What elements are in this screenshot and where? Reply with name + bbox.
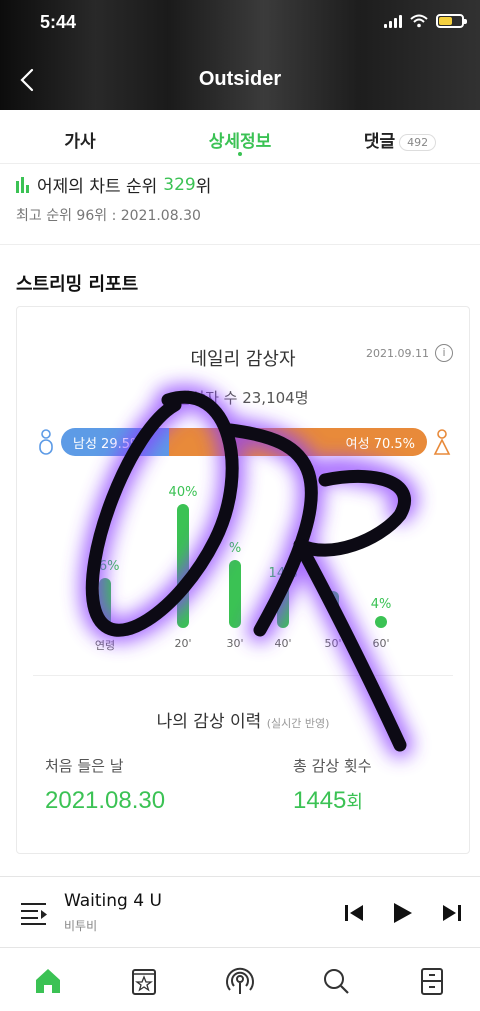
age-bar <box>327 591 339 613</box>
female-share: 여성 70.5% <box>168 428 427 456</box>
drawer-icon <box>421 967 443 995</box>
gender-bar: 남성 29.5% 여성 70.5% <box>61 428 427 456</box>
age-label: 연령 <box>94 639 116 652</box>
status-icons <box>384 14 467 28</box>
tab-label: 가사 <box>64 132 96 152</box>
song-title: Waiting 4 U <box>64 891 162 911</box>
total-plays-unit: 회 <box>346 792 363 812</box>
signal-icon <box>384 14 402 28</box>
age-percent: 16% <box>90 559 120 575</box>
tab-bar: 가사 상세정보 댓글 492 <box>0 110 480 164</box>
previous-icon[interactable] <box>342 901 366 925</box>
nav-search[interactable] <box>288 950 384 1011</box>
streaming-report-card: 데일리 감상자 2021.09.11 i 감상자 수 23,104명 남성 29… <box>16 306 470 854</box>
total-plays-number: 1445 <box>293 787 347 814</box>
history-title-text: 나의 감상 이력 <box>156 712 262 732</box>
home-icon <box>36 968 60 993</box>
chart-rank-value: 329 <box>163 174 196 195</box>
age-bar <box>177 504 189 628</box>
first-listen-label: 처음 들은 날 <box>45 757 124 775</box>
bottom-nav <box>0 950 480 1011</box>
age-label: 20' <box>174 637 192 650</box>
tab-details[interactable]: 상세정보 <box>160 110 320 163</box>
play-icon[interactable] <box>390 901 414 925</box>
age-column: 40% <box>153 485 213 628</box>
mini-player[interactable]: Waiting 4 U 비투비 <box>0 876 480 948</box>
age-percent: 40% <box>168 485 198 500</box>
gender-ratio: 남성 29.5% 여성 70.5% <box>37 425 451 459</box>
divider <box>0 244 480 245</box>
chart-rank: 어제의 차트 순위 329 위 <box>16 172 211 197</box>
tab-comments[interactable]: 댓글 492 <box>320 110 480 163</box>
tab-label: 상세정보 <box>208 132 272 152</box>
best-rank: 최고 순위 96위 : 2021.08.30 <box>16 208 201 224</box>
male-share: 남성 29.5% <box>61 428 169 456</box>
wifi-icon <box>410 14 428 28</box>
age-bar <box>375 615 387 628</box>
chart-rank-suffix: 위 <box>195 177 212 197</box>
history-title: 나의 감상 이력 (실시간 반영) <box>17 707 469 732</box>
header: 5:44 Outsider <box>0 0 480 110</box>
card-divider <box>33 675 453 676</box>
nav-podcast[interactable] <box>192 950 288 1011</box>
artist-name: 비투비 <box>64 919 98 933</box>
info-icon[interactable]: i <box>435 344 453 362</box>
female-icon <box>433 429 451 455</box>
library-icon <box>132 968 156 995</box>
male-icon <box>39 429 53 455</box>
age-bar <box>229 559 241 628</box>
search-icon <box>324 968 349 994</box>
history-subtitle: (실시간 반영) <box>266 717 330 730</box>
age-percent: % <box>228 540 242 556</box>
total-plays-label: 총 감상 횟수 <box>293 757 372 775</box>
comment-count-badge: 492 <box>399 133 437 151</box>
age-percent: 14% <box>268 565 298 581</box>
tab-label: 댓글 <box>363 132 396 152</box>
playlist-icon[interactable] <box>20 901 48 925</box>
age-column: 4% <box>351 597 411 628</box>
age-column: 16% <box>75 559 135 628</box>
age-bar <box>99 578 111 628</box>
nav-library[interactable] <box>96 950 192 1011</box>
age-percent: 4% <box>370 596 392 612</box>
total-listeners: 감상자 수 23,104명 <box>177 389 309 407</box>
section-title: 스트리밍 리포트 <box>16 274 139 295</box>
first-listen-date: 2021.08.30 <box>45 787 166 814</box>
total-plays-value: 1445회 <box>293 787 363 815</box>
nav-drawer[interactable] <box>384 950 480 1011</box>
chart-icon <box>16 176 29 193</box>
age-bar <box>277 584 289 628</box>
age-label: 60' <box>372 637 390 650</box>
battery-icon <box>436 14 467 28</box>
daily-date: 2021.09.11 <box>366 347 429 360</box>
page-title: Outsider <box>198 68 282 90</box>
status-time: 5:44 <box>40 12 77 32</box>
age-chart: 16% 연령 40% 20'% 30' 14% 40' 50' 4% 60' <box>17 467 471 657</box>
next-icon[interactable] <box>440 901 464 925</box>
nav-home[interactable] <box>0 950 96 1011</box>
tab-lyrics[interactable]: 가사 <box>0 110 160 163</box>
chart-rank-label: 어제의 차트 순위 <box>37 177 158 197</box>
podcast-icon <box>226 967 254 994</box>
